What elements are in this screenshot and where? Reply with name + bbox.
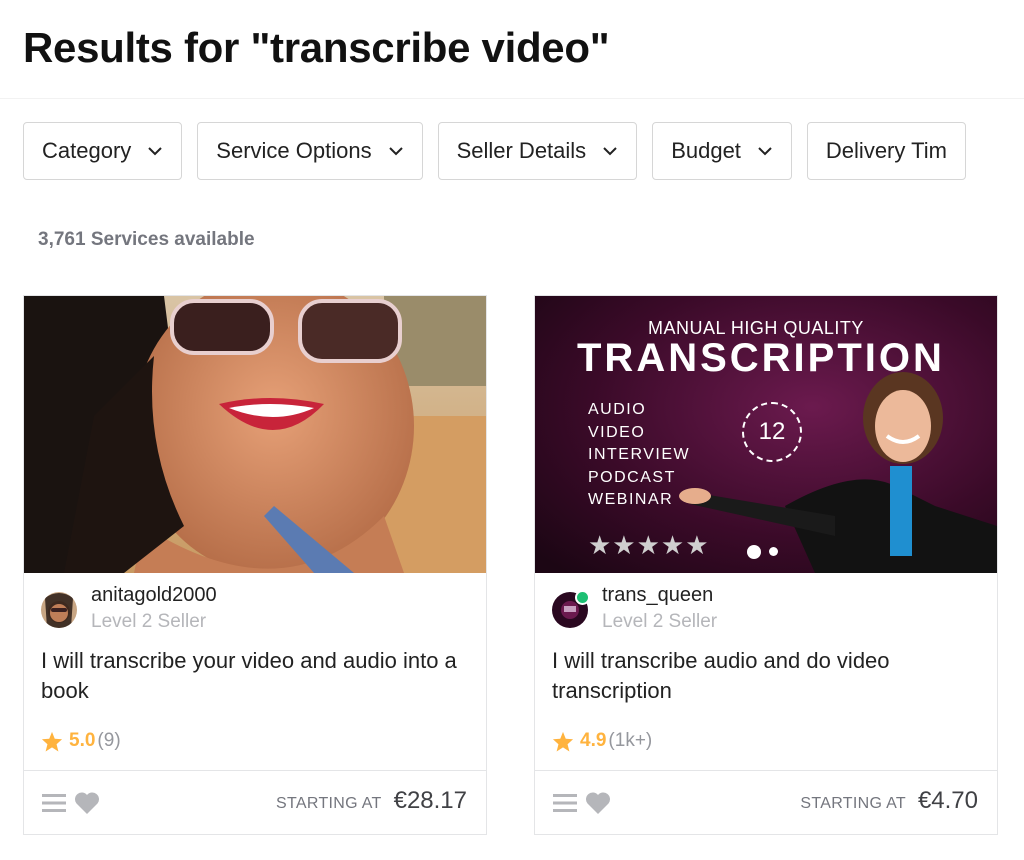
- carousel-dot-active[interactable]: [747, 544, 761, 559]
- seller-name[interactable]: anitagold2000: [91, 584, 217, 607]
- thumb-list-item: PODCAST: [588, 468, 676, 486]
- card-footer: STARTING AT €28.17: [24, 770, 486, 835]
- thumb-list: AUDIO VIDEO INTERVIEW PODCAST WEBINAR: [588, 399, 690, 512]
- gig-title[interactable]: I will transcribe your video and audio i…: [41, 646, 461, 706]
- menu-icon[interactable]: [553, 793, 577, 813]
- heart-icon[interactable]: [585, 791, 611, 815]
- filter-seller-details[interactable]: Seller Details: [437, 122, 638, 180]
- chevron-down-icon: [758, 147, 772, 156]
- gig-rating: 4.9 (1k+): [552, 730, 652, 752]
- filter-budget[interactable]: Budget: [652, 122, 792, 180]
- thumb-headline: TRANSCRIPTION: [577, 336, 945, 380]
- gig-card[interactable]: anitagold2000 Level 2 Seller I will tran…: [23, 295, 487, 835]
- seller-level: Level 2 Seller: [602, 611, 718, 632]
- gig-thumbnail[interactable]: MANUAL HIGH QUALITY TRANSCRIPTION AUDIO …: [535, 296, 997, 573]
- filter-category[interactable]: Category: [23, 122, 183, 180]
- filter-label: Seller Details: [456, 138, 587, 163]
- chevron-down-icon: [603, 147, 617, 156]
- seller-level: Level 2 Seller: [91, 611, 207, 632]
- thumb-list-item: INTERVIEW: [588, 446, 691, 463]
- clock-icon: 12: [742, 402, 802, 462]
- star-icon: [552, 731, 574, 752]
- services-count: 3,761 Services available: [38, 229, 255, 250]
- star-icon: [41, 731, 63, 752]
- chevron-down-icon: [388, 147, 403, 156]
- filter-label: Delivery Tim: [825, 138, 947, 163]
- rating-count: (9): [97, 730, 121, 751]
- thumb-list-item: AUDIO: [588, 401, 647, 418]
- seller-name[interactable]: trans_queen: [602, 584, 713, 607]
- filter-delivery-time[interactable]: Delivery Tim: [806, 122, 966, 180]
- carousel-dot[interactable]: [769, 547, 779, 557]
- filter-label: Budget: [671, 138, 741, 163]
- avatar-image: [41, 592, 77, 628]
- thumb-list-item: VIDEO: [588, 423, 646, 441]
- starting-price: STARTING AT €28.17: [276, 787, 467, 815]
- rating-score: 4.9: [580, 730, 607, 751]
- gig-card[interactable]: MANUAL HIGH QUALITY TRANSCRIPTION AUDIO …: [534, 295, 998, 835]
- gig-thumbnail[interactable]: [24, 296, 486, 573]
- thumb-stars: ★★★★★: [588, 530, 710, 560]
- page-header: Results for "transcribe video": [0, 0, 1024, 99]
- filter-service-options[interactable]: Service Options: [197, 122, 423, 180]
- filter-label: Service Options: [216, 138, 372, 163]
- gig-rating: 5.0 (9): [41, 730, 121, 752]
- rating-count: (1k+): [608, 730, 653, 751]
- starting-price: STARTING AT €4.70: [800, 787, 978, 815]
- card-footer: STARTING AT €4.70: [535, 770, 997, 835]
- menu-icon[interactable]: [42, 793, 66, 813]
- gig-title[interactable]: I will transcribe audio and do video tra…: [552, 646, 972, 706]
- clock-number: 12: [758, 418, 786, 445]
- thumb-list-item: WEBINAR: [588, 491, 674, 508]
- filter-bar: Category Service Options Seller Details …: [23, 122, 1024, 180]
- heart-icon[interactable]: [74, 791, 100, 815]
- avatar[interactable]: [41, 592, 77, 628]
- chevron-down-icon: [148, 147, 162, 156]
- starting-label: STARTING AT: [800, 795, 906, 812]
- price: €28.17: [393, 787, 467, 814]
- seller-photo-image: [24, 296, 486, 573]
- starting-label: STARTING AT: [276, 795, 382, 812]
- filter-label: Category: [42, 138, 132, 163]
- rating-score: 5.0: [69, 730, 96, 751]
- carousel-dots[interactable]: [747, 543, 779, 561]
- price: €4.70: [917, 787, 978, 814]
- online-indicator: [575, 590, 590, 605]
- page-title: Results for "transcribe video": [23, 24, 610, 71]
